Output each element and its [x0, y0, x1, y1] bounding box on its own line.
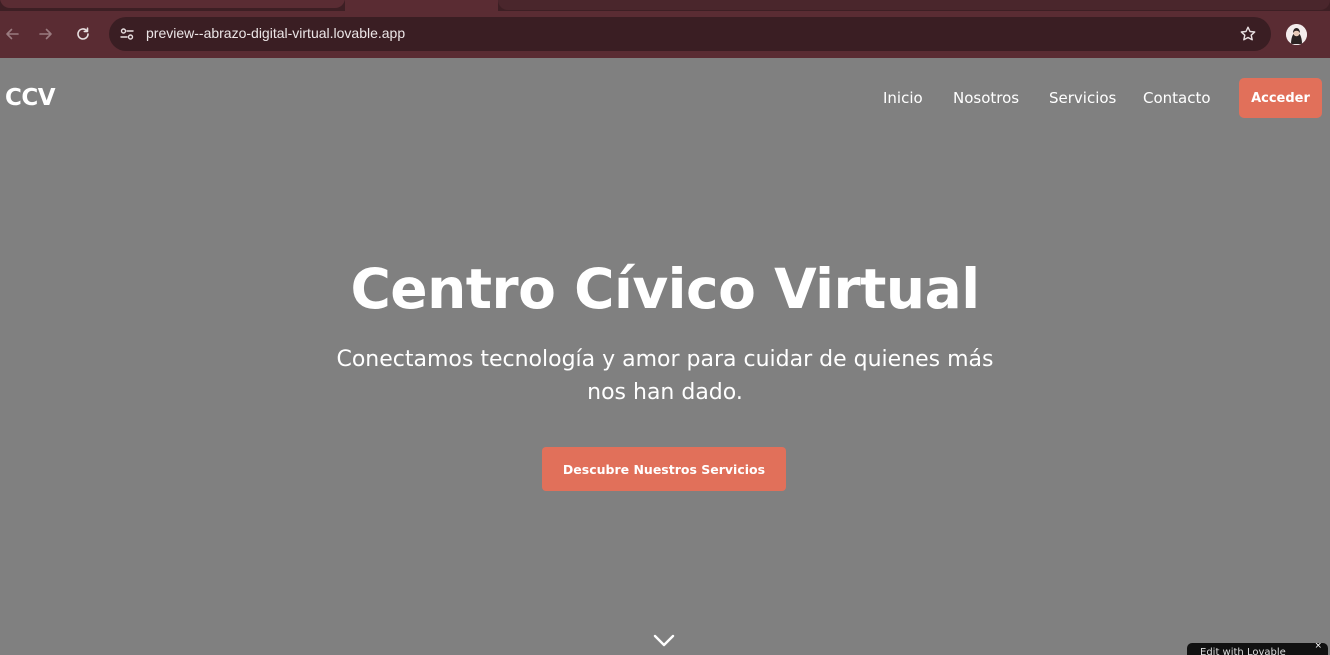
nav-link-inicio[interactable]: Inicio: [883, 89, 923, 107]
login-button[interactable]: Acceder: [1239, 78, 1322, 118]
hero-title: Centro Cívico Virtual: [350, 257, 980, 321]
arrow-right-icon: [39, 28, 52, 40]
chevron-down-icon[interactable]: [653, 634, 675, 648]
nav-link-nosotros[interactable]: Nosotros: [953, 89, 1019, 107]
reload-icon: [77, 27, 89, 40]
address-bar[interactable]: preview--abrazo-digital-virtual.lovable.…: [109, 17, 1271, 51]
forward-button[interactable]: [36, 24, 56, 44]
logo[interactable]: CCV: [5, 85, 56, 111]
url-text[interactable]: preview--abrazo-digital-virtual.lovable.…: [146, 25, 405, 41]
arrow-left-icon: [6, 28, 19, 40]
back-button[interactable]: [2, 24, 22, 44]
discover-services-button[interactable]: Descubre Nuestros Servicios: [542, 447, 786, 491]
tune-icon[interactable]: [118, 25, 136, 43]
edit-badge-label: Edit with Lovable: [1200, 647, 1286, 655]
nav-link-contacto[interactable]: Contacto: [1143, 89, 1211, 107]
page: CCV Inicio Nosotros Servicios Contacto A…: [0, 58, 1330, 655]
tab-inactive-left[interactable]: [0, 0, 345, 11]
hero-section: Centro Cívico Virtual Conectamos tecnolo…: [0, 257, 1330, 491]
close-icon[interactable]: ×: [1314, 643, 1322, 651]
tab-strip: [0, 0, 1330, 11]
hero-subtitle: Conectamos tecnología y amor para cuidar…: [336, 347, 994, 406]
reload-button[interactable]: [73, 24, 93, 44]
star-icon[interactable]: [1239, 25, 1257, 43]
tab-active[interactable]: [345, 0, 498, 11]
site-header: CCV Inicio Nosotros Servicios Contacto A…: [0, 58, 1330, 138]
browser-toolbar: preview--abrazo-digital-virtual.lovable.…: [0, 11, 1330, 58]
nav-link-servicios[interactable]: Servicios: [1049, 89, 1116, 107]
edit-with-lovable-badge[interactable]: Edit with Lovable ×: [1187, 643, 1328, 655]
avatar[interactable]: [1286, 24, 1307, 45]
tab-inactive-right[interactable]: [498, 0, 1330, 11]
